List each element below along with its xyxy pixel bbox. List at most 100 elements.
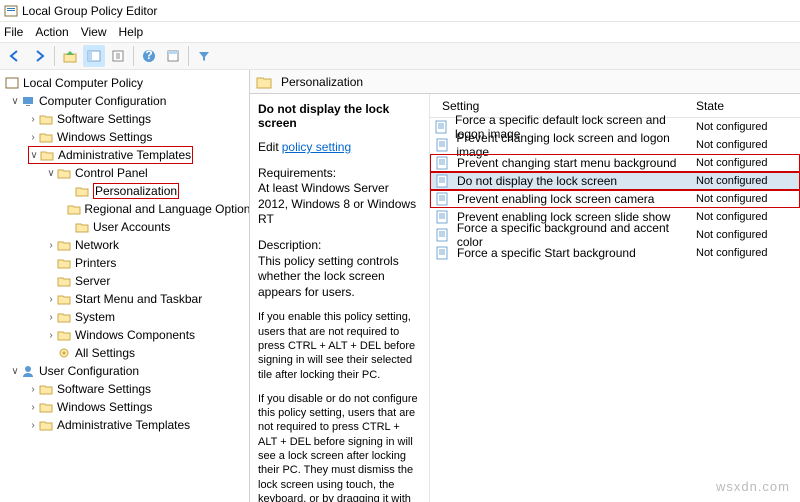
- tree-all-settings[interactable]: ·All Settings: [0, 344, 249, 362]
- tree-software-settings[interactable]: › Software Settings: [0, 110, 249, 128]
- tree-regional[interactable]: ·Regional and Language Options: [0, 200, 249, 218]
- tree-user-config[interactable]: ∨User Configuration: [0, 362, 249, 380]
- expand-icon[interactable]: ›: [28, 384, 38, 395]
- setting-name: Force a specific Start background: [457, 246, 636, 260]
- folder-icon: [38, 381, 54, 397]
- tree-label: System: [75, 310, 115, 324]
- tree-computer-config[interactable]: ∨ Computer Configuration: [0, 92, 249, 110]
- tree-label: Regional and Language Options: [84, 202, 250, 216]
- tree-label: Windows Components: [75, 328, 195, 342]
- folder-open-icon: [39, 147, 55, 163]
- tree-printers[interactable]: ·Printers: [0, 254, 249, 272]
- settings-list[interactable]: Setting State Force a specific default l…: [430, 94, 800, 502]
- toolbar-divider: [133, 46, 134, 66]
- folder-icon: [56, 237, 72, 253]
- expand-icon[interactable]: ›: [46, 312, 56, 323]
- folder-open-icon: [56, 165, 72, 181]
- folder-open-icon: [256, 74, 272, 90]
- tree-windows-settings[interactable]: › Windows Settings: [0, 128, 249, 146]
- expand-icon[interactable]: ›: [46, 330, 56, 341]
- setting-row[interactable]: Force a specific Start background Not con…: [430, 244, 800, 262]
- tree-label: Software Settings: [57, 382, 151, 396]
- tree-label: Windows Settings: [57, 400, 152, 414]
- tree-label: Control Panel: [75, 166, 148, 180]
- setting-state: Not configured: [696, 139, 796, 151]
- tree-label: Administrative Templates: [57, 418, 190, 432]
- policy-icon: [4, 75, 20, 91]
- col-state[interactable]: State: [696, 99, 796, 113]
- expand-icon[interactable]: ›: [28, 420, 38, 431]
- tree-label: Software Settings: [57, 112, 151, 126]
- tree-admin-templates[interactable]: ∨ Administrative Templates: [28, 146, 193, 164]
- folder-icon: [74, 183, 90, 199]
- collapse-icon[interactable]: ∨: [10, 366, 20, 377]
- main-area: Local Computer Policy ∨ Computer Configu…: [0, 70, 800, 502]
- export-button[interactable]: [107, 45, 129, 67]
- folder-icon: [56, 255, 72, 271]
- expand-icon[interactable]: ›: [46, 294, 56, 305]
- edit-policy-link[interactable]: policy setting: [282, 140, 351, 154]
- setting-row[interactable]: Prevent changing lock screen and logon i…: [430, 136, 800, 154]
- collapse-icon[interactable]: ∨: [29, 150, 39, 161]
- tree-system[interactable]: › System: [0, 308, 249, 326]
- setting-row[interactable]: Prevent enabling lock screen camera Not c…: [430, 190, 800, 208]
- setting-name: Prevent enabling lock screen camera: [457, 192, 654, 206]
- tree-u-software[interactable]: › Software Settings: [0, 380, 249, 398]
- menu-action[interactable]: Action: [35, 25, 68, 39]
- tree-label: Windows Settings: [57, 130, 152, 144]
- up-button[interactable]: [59, 45, 81, 67]
- description-text: If you enable this policy setting, users…: [258, 310, 421, 381]
- setting-row[interactable]: Force a specific background and accent c…: [430, 226, 800, 244]
- tree-personalization[interactable]: ·Personalization: [0, 182, 249, 200]
- properties-button[interactable]: [162, 45, 184, 67]
- setting-name: Prevent changing start menu background: [457, 156, 676, 170]
- tree-network[interactable]: › Network: [0, 236, 249, 254]
- toolbar-divider: [188, 46, 189, 66]
- tree-user-accounts[interactable]: ·User Accounts: [0, 218, 249, 236]
- tree-u-admin[interactable]: › Administrative Templates: [0, 416, 249, 434]
- tree-start-menu[interactable]: ›Start Menu and Taskbar: [0, 290, 249, 308]
- content-panel: Personalization Do not display the lock …: [250, 70, 800, 502]
- tree-label: Personalization: [93, 183, 179, 199]
- app-icon: [4, 4, 18, 18]
- filter-button[interactable]: [193, 45, 215, 67]
- tree-label: Network: [75, 238, 119, 252]
- folder-icon: [67, 201, 81, 217]
- tree-windows-components[interactable]: › Windows Components: [0, 326, 249, 344]
- policy-item-icon: [434, 155, 450, 171]
- tree-u-windows[interactable]: › Windows Settings: [0, 398, 249, 416]
- tree-server[interactable]: ·Server: [0, 272, 249, 290]
- setting-state: Not configured: [696, 247, 796, 259]
- setting-state: Not configured: [696, 211, 796, 223]
- show-hide-tree-button[interactable]: [83, 45, 105, 67]
- expand-icon[interactable]: ›: [46, 240, 56, 251]
- tree-control-panel[interactable]: ∨ Control Panel: [0, 164, 249, 182]
- collapse-icon[interactable]: ∨: [46, 168, 56, 179]
- folder-icon: [56, 273, 72, 289]
- menu-bar: File Action View Help: [0, 22, 800, 42]
- expand-icon[interactable]: ›: [28, 132, 38, 143]
- setting-row[interactable]: Do not display the lock screenNot config…: [430, 172, 800, 190]
- collapse-icon[interactable]: ∨: [10, 96, 20, 107]
- expand-icon[interactable]: ›: [28, 402, 38, 413]
- menu-file[interactable]: File: [4, 25, 23, 39]
- edit-label: Edit: [258, 140, 279, 154]
- setting-state: Not configured: [696, 193, 796, 205]
- description-text: This policy setting controls whether the…: [258, 254, 399, 299]
- col-setting[interactable]: Setting: [434, 99, 696, 113]
- back-button[interactable]: [4, 45, 26, 67]
- expand-icon[interactable]: ›: [28, 114, 38, 125]
- folder-icon: [74, 219, 90, 235]
- setting-row[interactable]: Prevent changing start menu backgroundNo…: [430, 154, 800, 172]
- description-heading: Description:: [258, 238, 321, 252]
- tree-panel[interactable]: Local Computer Policy ∨ Computer Configu…: [0, 70, 250, 502]
- menu-view[interactable]: View: [81, 25, 107, 39]
- title-bar: Local Group Policy Editor: [0, 0, 800, 22]
- watermark: wsxdn.com: [716, 479, 790, 494]
- menu-help[interactable]: Help: [119, 25, 144, 39]
- tree-root[interactable]: Local Computer Policy: [0, 74, 249, 92]
- forward-button[interactable]: [28, 45, 50, 67]
- help-button[interactable]: ?: [138, 45, 160, 67]
- tree-label: Administrative Templates: [58, 148, 191, 162]
- toolbar: ?: [0, 42, 800, 70]
